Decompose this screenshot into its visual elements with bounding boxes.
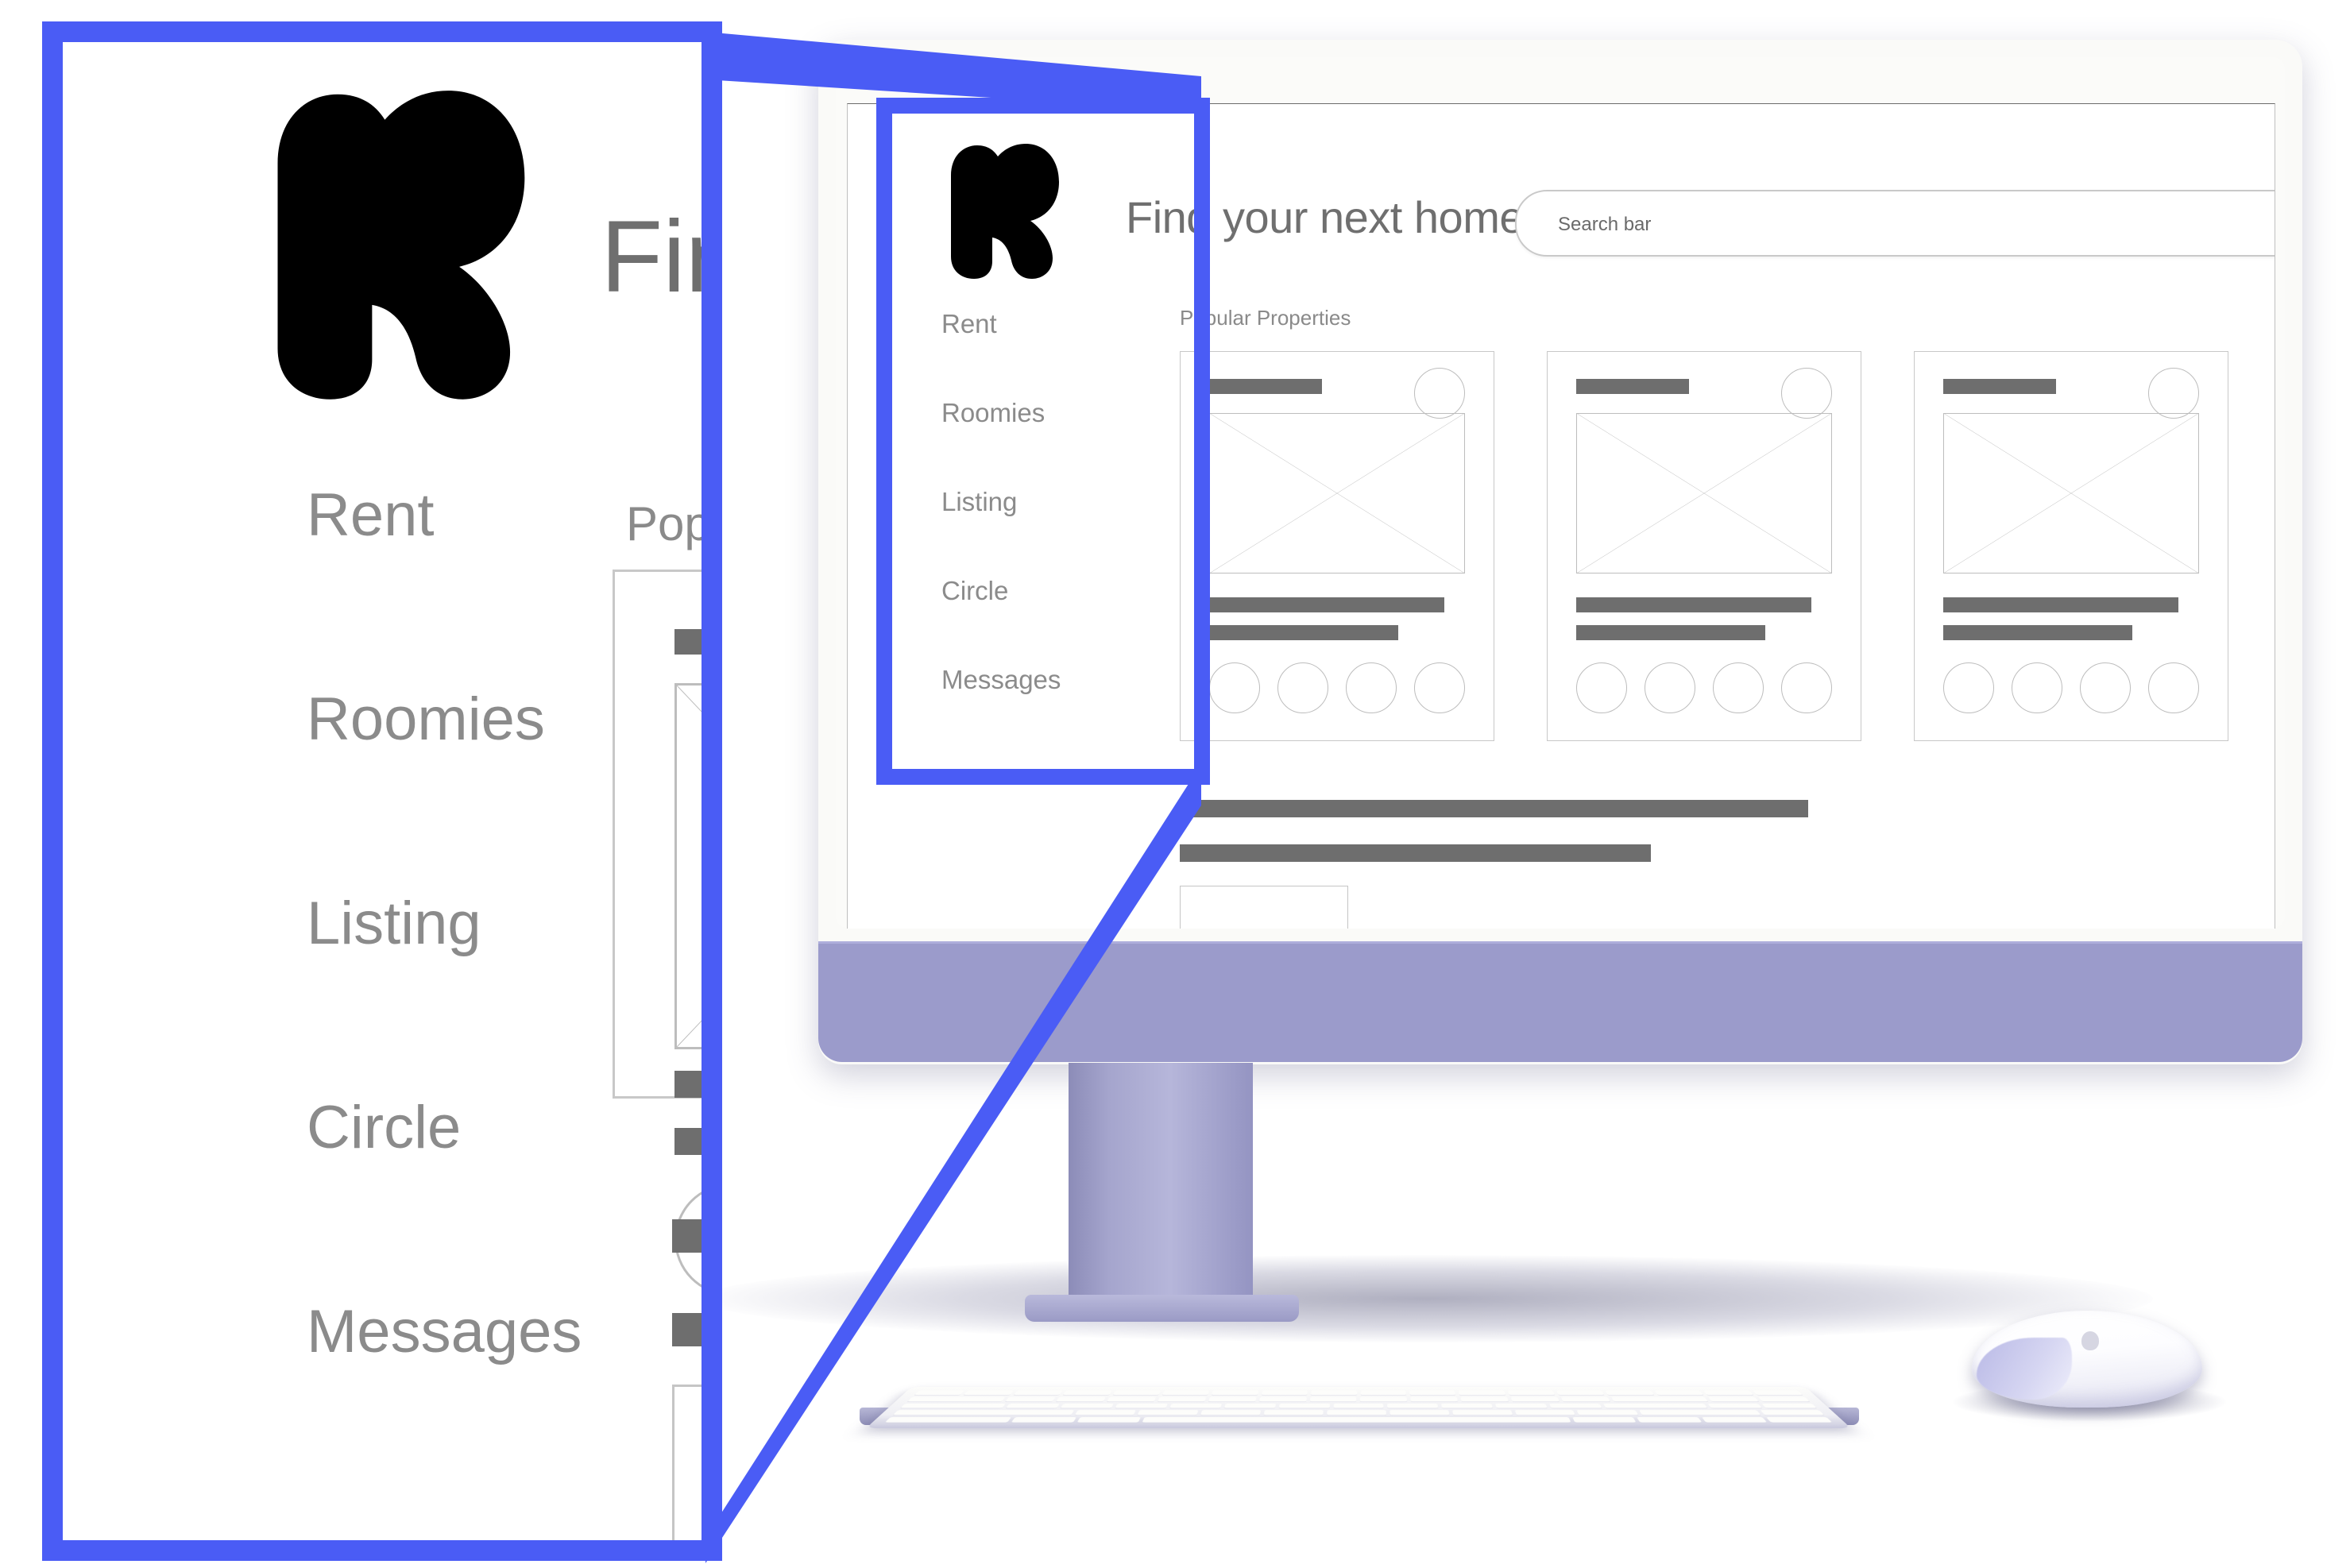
title-placeholder-bar: [674, 629, 712, 655]
avatar-list: [1943, 662, 2199, 713]
magnified-detail-panel: Fin Rent Roomies Listing Circle Messages…: [52, 32, 712, 1551]
text-placeholder-bar: [1576, 625, 1766, 640]
main-content: Popular Properties: [1180, 306, 2228, 929]
text-placeholder-bar: [672, 1219, 712, 1253]
sidebar-item-roomies[interactable]: Roomies: [307, 685, 582, 754]
avatar[interactable]: [1645, 662, 1695, 713]
monitor-chin: [818, 941, 2302, 1062]
text-placeholder-bar: [1576, 597, 1812, 612]
desk-shadow: [699, 1255, 2153, 1342]
image-placeholder: [1209, 413, 1465, 574]
text-placeholder-bar: [672, 1313, 712, 1346]
avatar[interactable]: [2012, 662, 2062, 713]
section-title-magnified: Popular: [626, 497, 712, 550]
sidebar-item-listing[interactable]: Listing: [307, 889, 582, 958]
avatar[interactable]: [1209, 662, 1260, 713]
property-card[interactable]: [1547, 351, 1861, 741]
apple-logo-icon: [2081, 1331, 2099, 1350]
text-placeholder-bar: [1180, 844, 1652, 862]
text-placeholder-bar: [1209, 625, 1399, 640]
sidebar-item-circle[interactable]: Circle: [307, 1093, 582, 1162]
keyboard[interactable]: [866, 1387, 1851, 1428]
avatar-list: [1576, 662, 1832, 713]
scene: Find your next home. Search bar Log in /…: [0, 0, 2350, 1568]
favorite-icon[interactable]: [1414, 368, 1465, 419]
section-title-popular-properties: Popular Properties: [1180, 306, 1351, 330]
image-placeholder: [1943, 413, 2199, 574]
avatar[interactable]: [2080, 662, 2131, 713]
sidebar-item-rent[interactable]: Rent: [307, 481, 582, 550]
avatar[interactable]: [1414, 662, 1465, 713]
page-title-magnified: Fin: [601, 200, 712, 314]
title-placeholder-bar: [1943, 379, 2056, 394]
property-card[interactable]: [1914, 351, 2228, 741]
sidebar: Rent Roomies Listing Circle Messages: [941, 309, 1132, 754]
sidebar-item-circle[interactable]: Circle: [941, 576, 1132, 606]
monitor-stand-base: [1025, 1295, 1299, 1322]
avatar[interactable]: [1781, 662, 1832, 713]
box-placeholder: [1180, 886, 1348, 929]
text-placeholder-bar: [1943, 597, 2179, 612]
brand-logo-icon: [277, 91, 525, 400]
box-placeholder: [672, 1385, 712, 1551]
property-card-list: [1180, 351, 2228, 741]
avatar-list: [1209, 662, 1465, 713]
property-card-header: [1943, 368, 2199, 419]
text-placeholder-bar: [674, 1128, 712, 1155]
app-window: Find your next home. Search bar Log in /…: [848, 104, 2275, 929]
favorite-icon[interactable]: [2148, 368, 2199, 419]
avatar[interactable]: [1346, 662, 1397, 713]
property-card-header: [1576, 368, 1832, 419]
search-placeholder: Search bar: [1558, 214, 1652, 235]
text-placeholder-bar: [674, 1071, 712, 1098]
property-card[interactable]: [1180, 351, 1494, 741]
text-placeholder-bar: [1209, 597, 1445, 612]
promo-placeholder-block: [1180, 800, 2227, 929]
sidebar-item-rent[interactable]: Rent: [941, 309, 1132, 339]
search-input[interactable]: Search bar: [1515, 190, 2275, 257]
avatar[interactable]: [2148, 662, 2199, 713]
text-placeholder-bar: [1180, 800, 1808, 817]
property-card-magnified[interactable]: [613, 570, 712, 1296]
sidebar-item-roomies[interactable]: Roomies: [941, 398, 1132, 428]
image-placeholder: [674, 683, 712, 1049]
text-placeholder-bar: [1943, 625, 2133, 640]
sidebar-item-messages[interactable]: Messages: [307, 1297, 582, 1366]
title-placeholder-bar: [1576, 379, 1689, 394]
desktop-computer: Find your next home. Search bar Log in /…: [818, 40, 2302, 1064]
app-header: Find your next home. Search bar Log in /…: [848, 104, 2275, 279]
mouse[interactable]: [1972, 1311, 2202, 1408]
title-placeholder-bar: [1209, 379, 1322, 394]
image-placeholder: [1576, 413, 1832, 574]
property-card-header: [1209, 368, 1465, 419]
monitor-stand-neck: [1069, 1063, 1253, 1307]
monitor-screen: Find your next home. Search bar Log in /…: [847, 103, 2275, 929]
avatar[interactable]: [1277, 662, 1328, 713]
page-title: Find your next home.: [1126, 192, 1536, 242]
avatar[interactable]: [1713, 662, 1764, 713]
favorite-icon[interactable]: [1781, 368, 1832, 419]
sidebar-item-listing[interactable]: Listing: [941, 487, 1132, 517]
sidebar-magnified: Rent Roomies Listing Circle Messages: [307, 481, 582, 1501]
sidebar-item-messages[interactable]: Messages: [941, 665, 1132, 695]
brand-logo-icon: [951, 144, 1059, 279]
avatar[interactable]: [1943, 662, 1994, 713]
avatar[interactable]: [1576, 662, 1627, 713]
